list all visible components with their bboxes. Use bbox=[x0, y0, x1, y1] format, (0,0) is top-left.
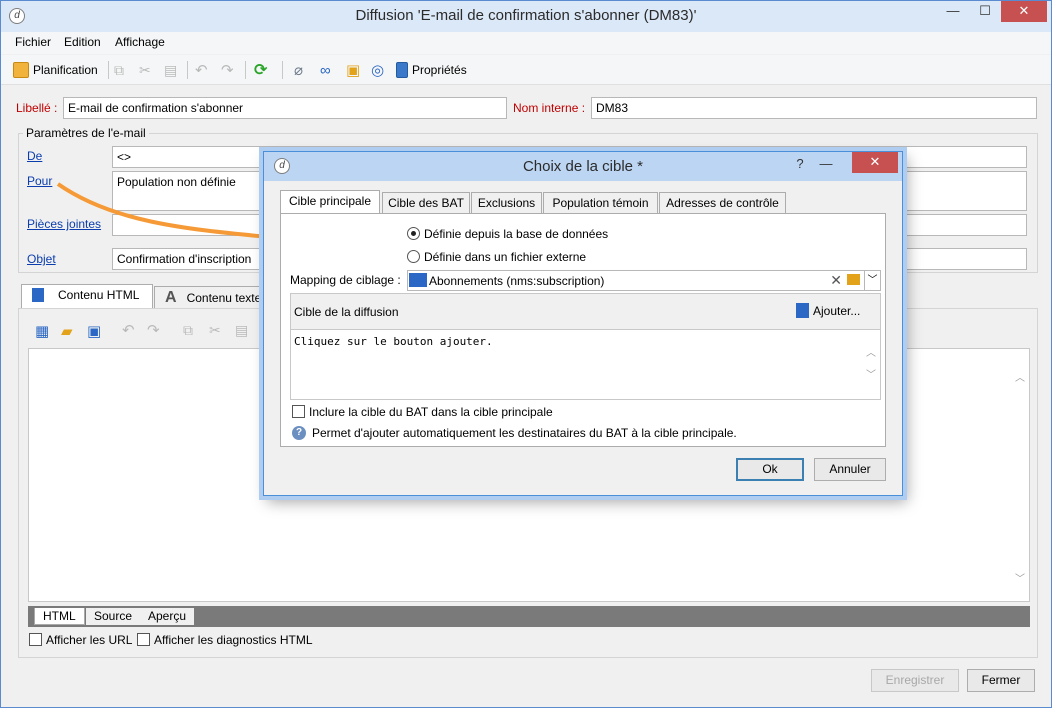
dialog-close-button[interactable]: ✕ bbox=[852, 152, 898, 173]
ajouter-label: Ajouter... bbox=[813, 303, 861, 318]
include-bat-label: Inclure la cible du BAT dans la cible pr… bbox=[309, 405, 553, 419]
target-scroll-up-icon[interactable]: ︿ bbox=[866, 344, 876, 359]
annuler-button[interactable]: Annuler bbox=[814, 458, 886, 481]
tab-exclusions[interactable]: Exclusions bbox=[471, 192, 542, 214]
mapping-value: Abonnements (nms:subscription) bbox=[429, 274, 605, 288]
folder-icon[interactable] bbox=[847, 274, 860, 285]
mapping-select[interactable]: Abonnements (nms:subscription) ✕ ﹀ bbox=[407, 270, 881, 291]
radio-file[interactable] bbox=[407, 250, 420, 263]
add-target-icon bbox=[796, 303, 809, 318]
radio-db-option[interactable]: Définie depuis la base de données bbox=[407, 227, 608, 241]
ajouter-button[interactable]: Ajouter... bbox=[796, 303, 860, 318]
help-icon: ? bbox=[292, 426, 306, 440]
target-scroll-down-icon[interactable]: ﹀ bbox=[866, 366, 876, 381]
radio-db[interactable] bbox=[407, 227, 420, 240]
envelope-icon bbox=[409, 273, 427, 287]
tab-cible-bat[interactable]: Cible des BAT bbox=[382, 192, 470, 214]
cible-principale-panel: Définie depuis la base de données Défini… bbox=[280, 213, 886, 447]
clear-icon[interactable]: ✕ bbox=[830, 272, 842, 289]
target-list-placeholder: Cliquez sur le bouton ajouter. bbox=[294, 335, 493, 348]
tab-adresses-controle[interactable]: Adresses de contrôle bbox=[659, 192, 786, 214]
cible-diffusion-label: Cible de la diffusion bbox=[294, 305, 399, 319]
ok-button[interactable]: Ok bbox=[736, 458, 804, 481]
dropdown-chevron-icon[interactable]: ﹀ bbox=[864, 271, 880, 290]
dialog-help-button[interactable]: ? bbox=[786, 154, 814, 175]
help-text: Permet d'ajouter automatiquement les des… bbox=[312, 426, 737, 440]
main-window: d Diffusion 'E-mail de confirmation s'ab… bbox=[0, 0, 1052, 708]
include-bat-option[interactable]: Inclure la cible du BAT dans la cible pr… bbox=[292, 405, 553, 419]
target-list-scrollbar[interactable]: ︿ ﹀ bbox=[863, 330, 880, 399]
target-list[interactable]: Cliquez sur le bouton ajouter. ︿ ﹀ bbox=[291, 329, 880, 399]
dialog-title-bar: d Choix de la cible * ? — ✕ bbox=[264, 152, 902, 181]
cible-diffusion-box: Cible de la diffusion Ajouter... Cliquez… bbox=[290, 293, 881, 400]
help-note: ? Permet d'ajouter automatiquement les d… bbox=[292, 426, 737, 440]
radio-db-label: Définie depuis la base de données bbox=[424, 227, 609, 241]
radio-file-option[interactable]: Définie dans un fichier externe bbox=[407, 250, 586, 264]
tab-population-temoin[interactable]: Population témoin bbox=[543, 192, 658, 214]
radio-file-label: Définie dans un fichier externe bbox=[424, 250, 587, 264]
target-dialog: d Choix de la cible * ? — ✕ Cible princi… bbox=[263, 151, 903, 496]
include-bat-checkbox[interactable] bbox=[292, 405, 305, 418]
mapping-label: Mapping de ciblage : bbox=[290, 273, 401, 287]
tab-cible-principale[interactable]: Cible principale bbox=[280, 190, 380, 214]
dialog-minimize-button[interactable]: — bbox=[812, 154, 840, 175]
